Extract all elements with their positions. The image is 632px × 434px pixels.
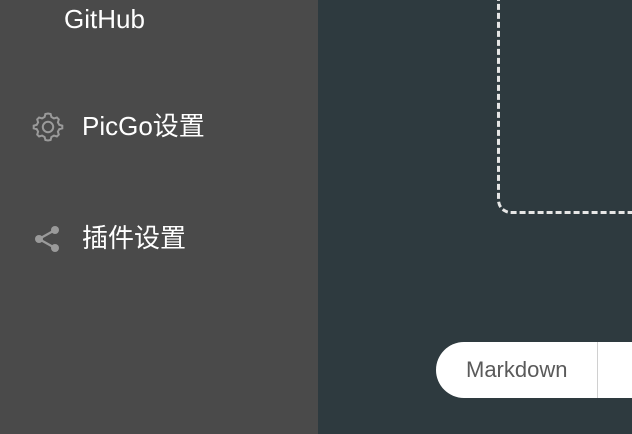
sidebar: GitHub PicGo设置 插件设置 bbox=[0, 0, 318, 434]
sidebar-item-label: 插件设置 bbox=[82, 223, 187, 253]
format-option-markdown[interactable]: Markdown bbox=[436, 342, 599, 398]
sidebar-item-label: GitHub bbox=[64, 4, 145, 34]
sidebar-item-picgo-settings[interactable]: PicGo设置 bbox=[0, 110, 318, 142]
upload-drop-zone[interactable] bbox=[497, 0, 632, 214]
sidebar-item-github[interactable]: GitHub bbox=[0, 6, 318, 32]
link-format-switch: Markdown bbox=[436, 342, 632, 398]
share-icon bbox=[32, 222, 64, 254]
gear-icon bbox=[32, 110, 64, 142]
sidebar-item-label: PicGo设置 bbox=[82, 111, 205, 141]
app-window: GitHub PicGo设置 插件设置 Markdown bbox=[0, 0, 632, 434]
main-panel: Markdown bbox=[318, 0, 632, 434]
sidebar-item-plugin-settings[interactable]: 插件设置 bbox=[0, 222, 318, 254]
